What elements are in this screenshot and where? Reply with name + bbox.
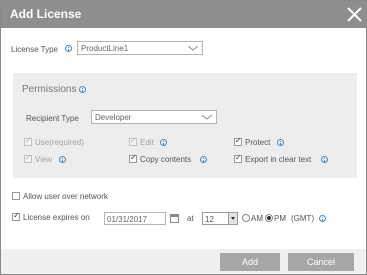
permissions-panel: Permissions Recipient Type Developer Use… [13,73,357,178]
license-type-select[interactable]: ProductLine1 [77,41,203,55]
close-icon[interactable] [346,6,363,23]
title-bar: Add License [1,1,366,28]
copy-contents-label: Copy contents [140,155,192,164]
use-required-checkbox[interactable] [24,136,32,146]
protect-checkbox[interactable] [234,136,242,146]
hour-select[interactable]: 12 [202,212,238,225]
recipient-type-label: Recipient Type [26,114,79,123]
expiry-date-input[interactable]: 01/31/2017 [104,212,166,225]
pm-radio[interactable] [265,214,273,222]
export-clear-text-info-icon[interactable] [321,156,328,163]
add-button[interactable]: Add [220,253,280,271]
protect-label: Protect [245,138,271,147]
expiry-info-icon[interactable] [319,215,326,222]
allow-network-checkbox[interactable] [12,192,20,200]
pm-label: PM [274,214,286,223]
hour-value: 12 [205,215,214,224]
export-clear-text-checkbox[interactable] [234,153,242,163]
edit-info-icon[interactable] [160,139,167,146]
view-info-icon[interactable] [59,156,66,163]
license-type-label: License Type [11,45,58,54]
cancel-button[interactable]: Cancel [288,253,354,271]
dropdown-arrow-icon [228,213,237,224]
chevron-down-icon [188,46,198,51]
timezone-label: (GMT) [291,214,315,223]
view-checkbox[interactable] [24,153,32,163]
license-type-info-icon[interactable] [65,45,72,52]
protect-info-icon[interactable] [277,139,284,146]
recipient-type-select[interactable]: Developer [91,110,217,124]
copy-contents-checkbox[interactable] [129,153,137,163]
dialog-footer: Add Cancel [1,249,366,274]
permissions-title: Permissions [22,84,77,95]
calendar-icon[interactable] [170,214,179,223]
view-label: View [35,155,53,164]
license-expires-checkbox[interactable] [12,211,20,221]
chevron-down-icon [202,115,212,120]
license-type-value: ProductLine1 [81,44,129,53]
at-label: at [187,214,194,223]
dialog-title: Add License [10,7,82,21]
edit-checkbox[interactable] [129,136,137,146]
copy-contents-info-icon[interactable] [200,156,207,163]
license-expires-label: License expires on [23,213,90,222]
recipient-type-value: Developer [95,113,132,122]
am-radio[interactable] [242,214,250,222]
use-required-label: Use(required) [35,138,84,147]
allow-network-label: Allow user over network [23,192,108,201]
edit-label: Edit [140,138,154,147]
permissions-info-icon[interactable] [79,86,86,93]
am-label: AM [251,214,263,223]
add-license-dialog: Add License License Type ProductLine1 Pe… [0,0,367,275]
export-clear-text-label: Export in clear text [245,155,312,164]
expiry-date-value: 01/31/2017 [107,215,148,224]
